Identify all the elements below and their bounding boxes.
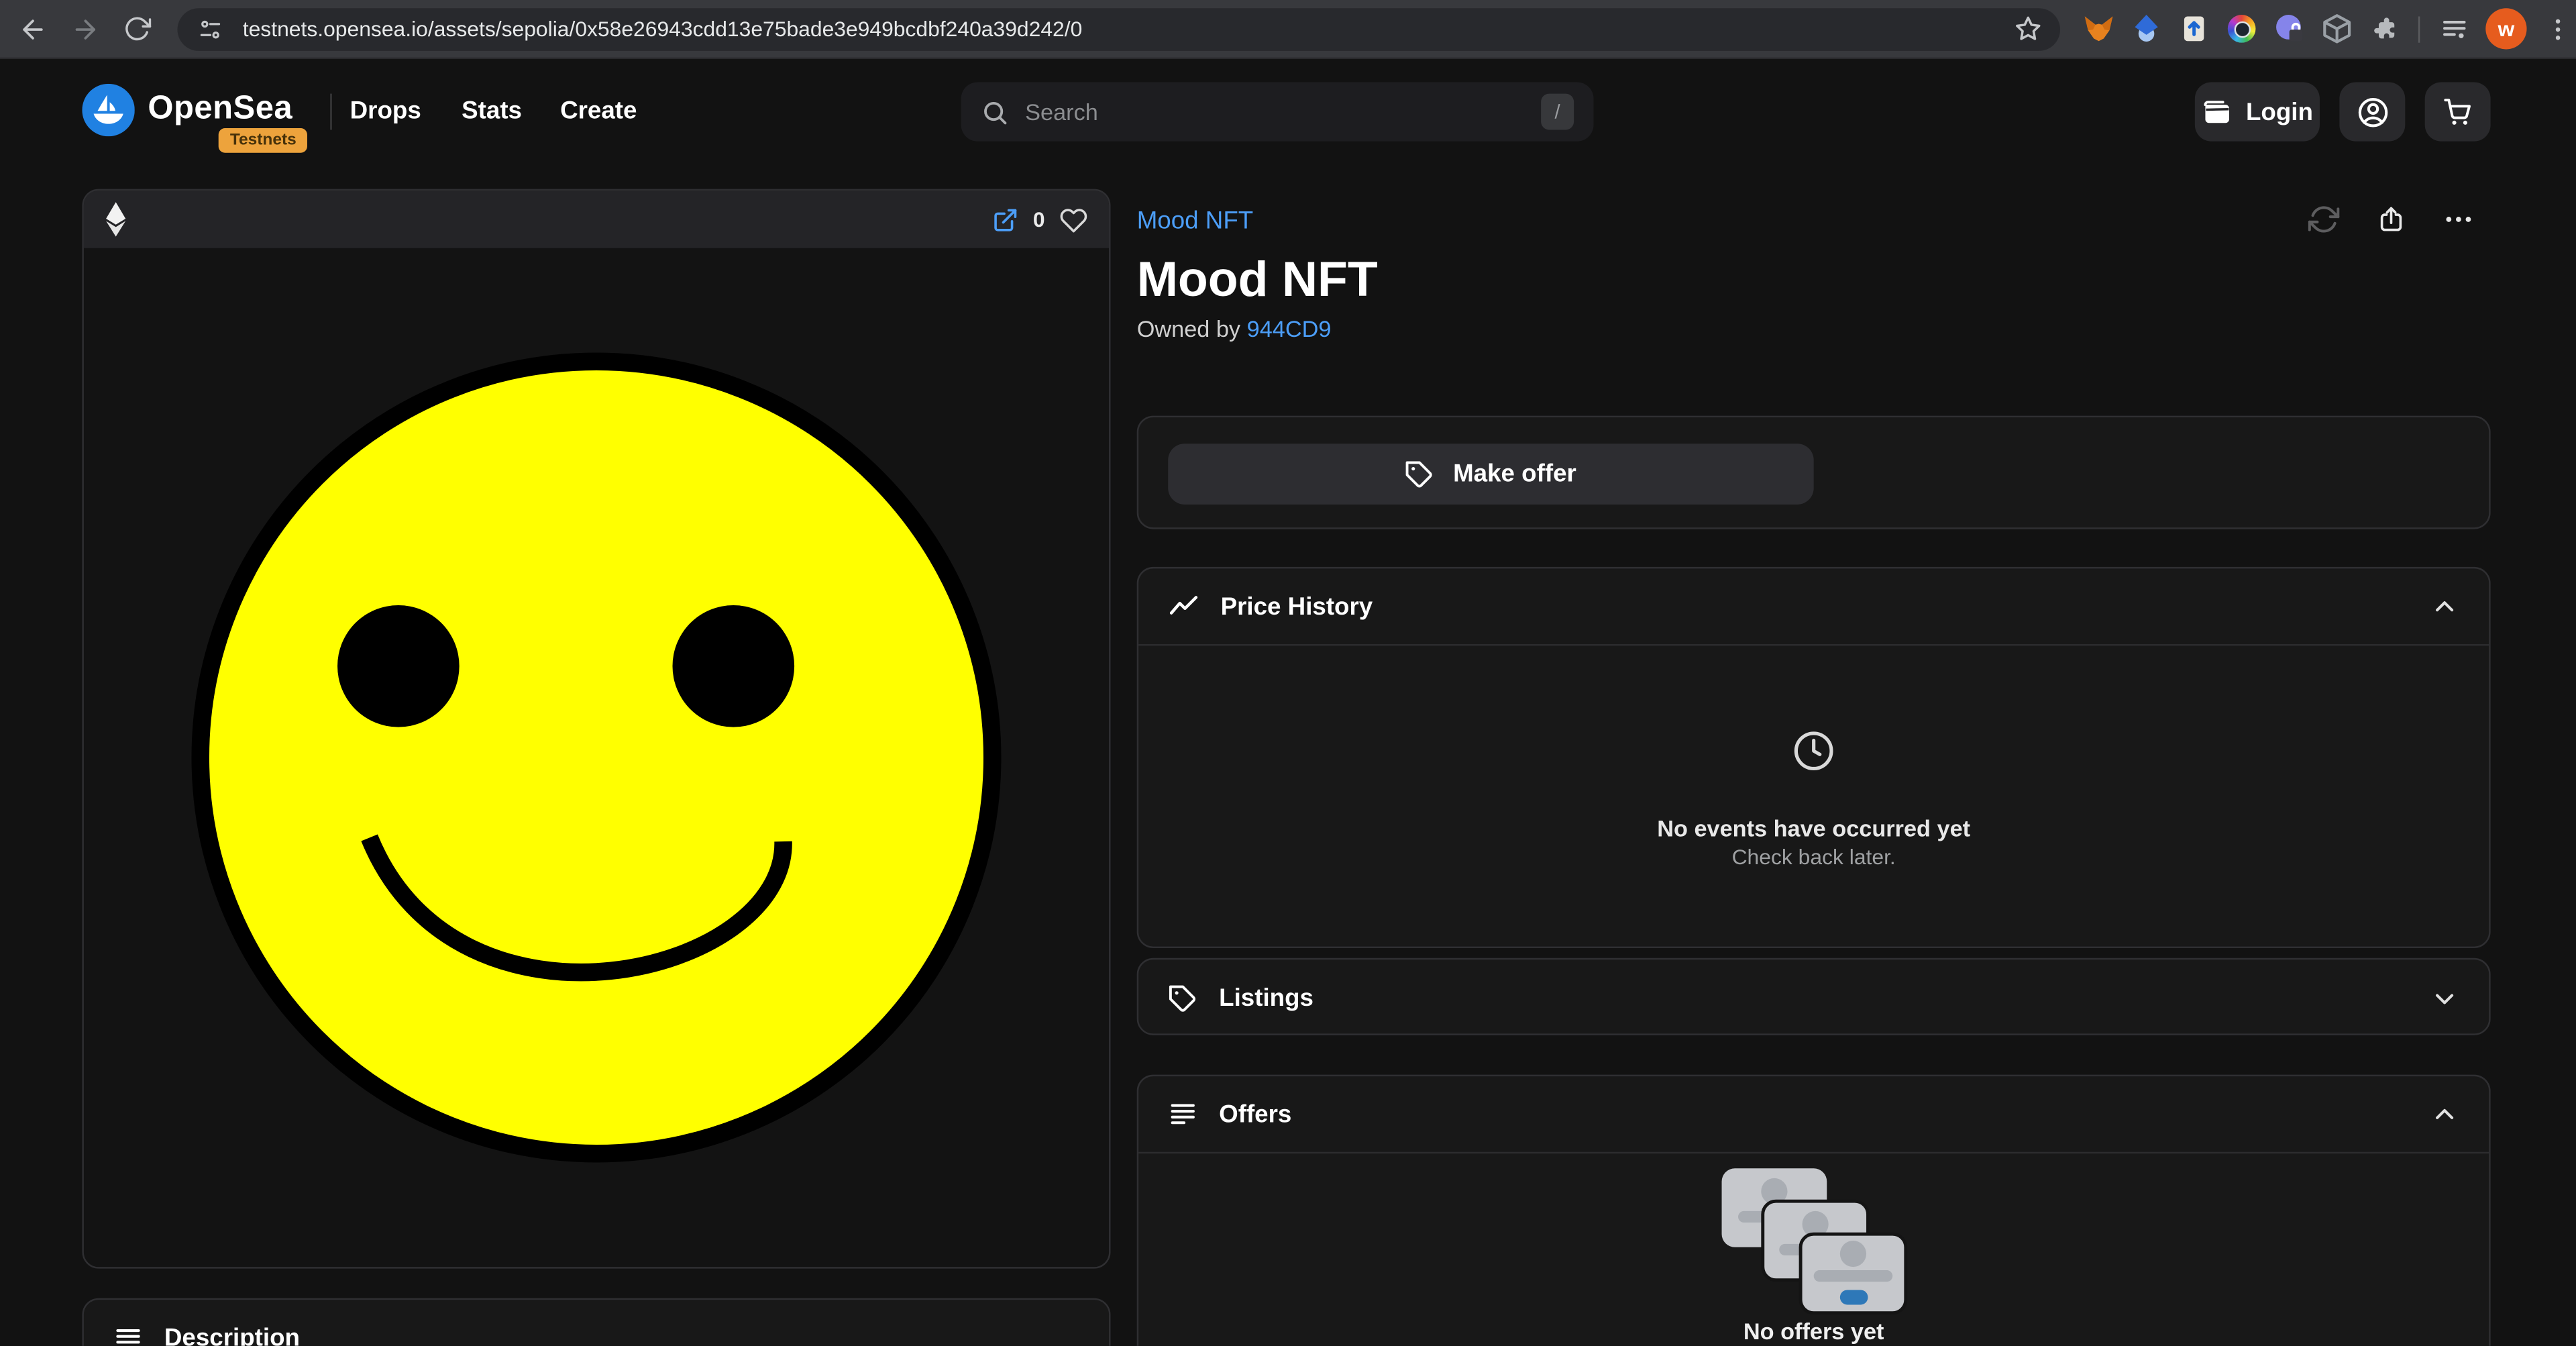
url-text: testnets.opensea.io/assets/sepolia/0x58e… [243, 16, 2009, 41]
owner-row: Owned by 944CD9 [1137, 315, 1332, 342]
browser-window: testnets.opensea.io/assets/sepolia/0x58e… [0, 0, 2576, 1346]
offer-action-card: Make offer [1137, 416, 2491, 529]
offers-title: Offers [1219, 1100, 1291, 1129]
description-title: Description [164, 1325, 300, 1346]
price-history-title: Price History [1221, 592, 1373, 621]
trending-line-icon [1168, 590, 1199, 622]
chevron-down-icon [2430, 984, 2459, 1013]
search-icon [981, 98, 1009, 126]
arrow-left-icon [18, 14, 48, 44]
nft-image[interactable] [84, 248, 1109, 1267]
nft-media-card: 0 [82, 189, 1110, 1269]
chevron-up-icon [2430, 1099, 2459, 1129]
favorite-count: 0 [1033, 207, 1045, 232]
toolbar-separator [2418, 15, 2420, 42]
browser-toolbar: testnets.opensea.io/assets/sepolia/0x58e… [0, 0, 2576, 59]
item-action-bar [2308, 204, 2474, 236]
list-icon [113, 1324, 143, 1346]
clock-icon [1790, 728, 1837, 774]
opensea-ship-icon [82, 84, 134, 136]
offers-body: No offers yet [1138, 1153, 2489, 1346]
price-history-empty-title: No events have occurred yet [1138, 815, 2489, 841]
make-offer-label: Make offer [1453, 460, 1576, 488]
list-icon [1168, 1099, 1197, 1129]
avatar-initial: w [2498, 16, 2515, 41]
offers-header[interactable]: Offers [1138, 1076, 2489, 1153]
lock-extension-icon[interactable] [2273, 13, 2305, 45]
item-details-column: Mood NFT Mood NFT Owned by 944CD9 [1137, 59, 2491, 1346]
opensea-logo[interactable] [82, 84, 134, 136]
kebab-menu-icon [2544, 15, 2571, 42]
nav-create[interactable]: Create [560, 97, 637, 125]
reload-icon [123, 15, 152, 43]
price-history-card: Price History No events have occurred ye… [1137, 567, 2491, 948]
refresh-icon [2308, 204, 2340, 236]
star-icon [2013, 15, 2041, 43]
site-settings-button[interactable] [192, 11, 228, 47]
description-card: Description [82, 1298, 1110, 1346]
header-divider [330, 94, 331, 130]
view-original-link[interactable] [992, 206, 1018, 232]
tune-icon [197, 15, 223, 42]
url-bar[interactable]: testnets.opensea.io/assets/sepolia/0x58e… [177, 7, 2060, 50]
owner-link[interactable]: 944CD9 [1247, 315, 1332, 342]
tag-icon [1168, 984, 1197, 1013]
make-offer-button[interactable]: Make offer [1168, 444, 1813, 505]
cube-extension-icon[interactable] [2321, 13, 2353, 45]
lens-icon [2228, 15, 2256, 43]
opensea-page: OpenSea Testnets Drops Stats Create / Lo… [0, 59, 2576, 1346]
arrow-right-icon [70, 14, 100, 44]
share-icon [2377, 205, 2406, 234]
chevron-up-icon [2430, 592, 2459, 621]
extensions-row: w [2083, 8, 2576, 49]
browser-profile-avatar[interactable]: w [2485, 8, 2526, 49]
more-options-button[interactable] [2443, 204, 2475, 236]
favorite-button[interactable] [1060, 205, 1088, 234]
price-history-body: No events have occurred yet Check back l… [1138, 645, 2489, 948]
reading-list-button[interactable] [2438, 13, 2469, 45]
media-card-toolbar: 0 [84, 191, 1109, 248]
nav-stats[interactable]: Stats [462, 97, 522, 125]
listings-header[interactable]: Listings [1138, 960, 2489, 1037]
listings-title: Listings [1219, 984, 1313, 1013]
lens-extension-icon[interactable] [2226, 13, 2257, 45]
export-box-extension-icon[interactable] [2178, 13, 2210, 45]
page: testnets.opensea.io/assets/sepolia/0x58e… [0, 0, 2576, 1346]
share-button[interactable] [2377, 205, 2406, 234]
back-button[interactable] [10, 6, 56, 52]
description-header[interactable]: Description [84, 1300, 1109, 1346]
external-link-icon [992, 206, 1018, 232]
testnets-badge: Testnets [219, 128, 308, 153]
bookmark-star-button[interactable] [2009, 11, 2045, 47]
collection-link[interactable]: Mood NFT [1137, 207, 1254, 236]
media-card-actions: 0 [992, 205, 1088, 234]
price-history-header[interactable]: Price History [1138, 568, 2489, 645]
price-history-empty-subtitle: Check back later. [1138, 845, 2489, 870]
chrome-menu-button[interactable] [2543, 9, 2573, 48]
forward-button[interactable] [62, 6, 108, 52]
nav-drops[interactable]: Drops [350, 97, 421, 125]
stacked-offers-illustration-icon [1720, 1167, 1907, 1314]
metamask-extension-icon[interactable] [2083, 13, 2114, 45]
brand-name: OpenSea [148, 91, 292, 128]
offers-card: Offers [1137, 1075, 2491, 1346]
tag-icon [1405, 459, 1435, 488]
owned-by-label: Owned by [1137, 315, 1240, 342]
kite-extension-icon[interactable] [2131, 13, 2162, 45]
refresh-metadata-button[interactable] [2308, 204, 2340, 236]
smiley-face-artwork [89, 250, 1104, 1265]
extensions-puzzle-icon[interactable] [2369, 13, 2400, 45]
reload-button[interactable] [115, 6, 160, 52]
ellipsis-icon [2443, 204, 2475, 236]
offers-empty-text: No offers yet [1138, 1318, 2489, 1344]
listings-card: Listings [1137, 958, 2491, 1035]
item-title: Mood NFT [1137, 253, 1378, 309]
heart-icon [1060, 205, 1088, 234]
ethereum-icon [105, 202, 127, 236]
